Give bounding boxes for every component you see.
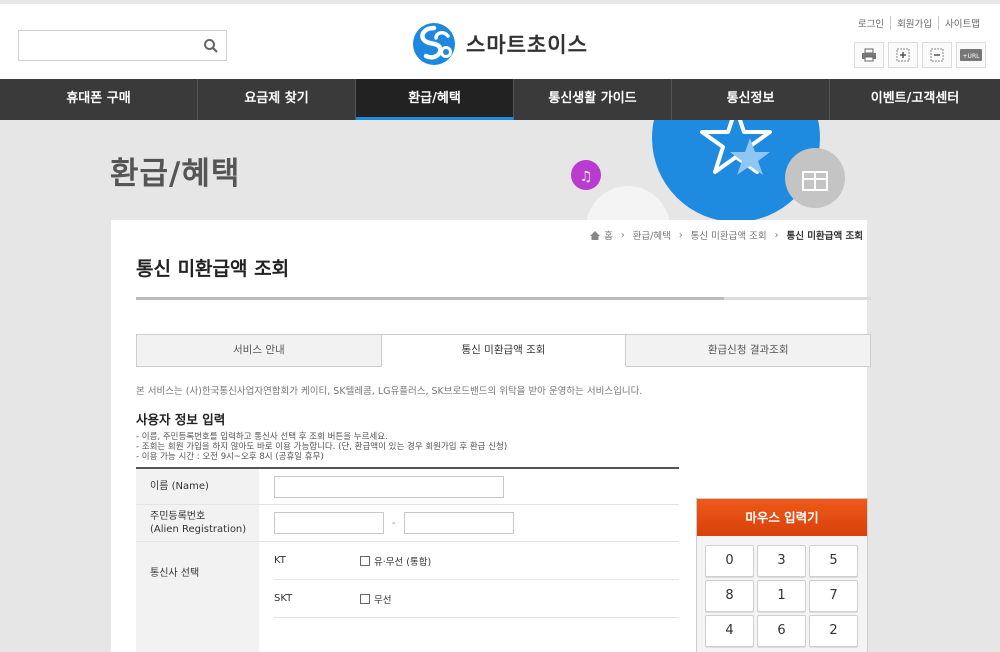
main-nav: 휴대폰 구매 요금제 찾기 환급/혜택 통신생활 가이드 통신정보 이벤트/고객… (0, 79, 1000, 120)
page-title: 통신 미환급액 조회 (136, 258, 290, 280)
login-link[interactable]: 로그인 (852, 16, 890, 30)
breadcrumb-item-lookup[interactable]: 통신 미환급액 조회 (691, 228, 767, 242)
keypad-key[interactable]: 4 (705, 615, 754, 647)
carrier-name-kt: KT (274, 555, 286, 566)
registration-field-cell: - (259, 505, 679, 541)
utility-icons: +URL (850, 42, 986, 68)
nav-event-support[interactable]: 이벤트/고객센터 (830, 79, 1000, 120)
instructions: - 이름, 주민등록번호를 입력하고 통신사 선택 후 조회 버튼을 누르세요.… (136, 432, 507, 462)
user-info-form: 이름 (Name) 주민등록번호 (Alien Registration) - … (136, 467, 679, 652)
breadcrumb-current: 통신 미환급액 조회 (786, 231, 863, 242)
name-input[interactable] (274, 475, 504, 498)
instruction-line: - 조회는 회원 가입을 하지 않아도 바로 이용 가능합니다. (단, 환급액… (136, 442, 508, 452)
tab-refund-lookup[interactable]: 통신 미환급액 조회 (381, 334, 627, 367)
zoom-in-icon[interactable] (888, 42, 918, 68)
nav-phone-purchase[interactable]: 휴대폰 구매 (0, 79, 198, 120)
logo-mark-icon (413, 23, 455, 65)
tab-bar: 서비스 안내 통신 미환급액 조회 환급신청 결과조회 (136, 334, 872, 367)
nav-telecom-guide[interactable]: 통신생활 가이드 (514, 79, 672, 120)
url-icon[interactable]: +URL (956, 42, 986, 68)
service-notice: 본 서비스는 (사)한국통신사업자연합회가 케이티, SK텔레콤, LG유플러스… (136, 386, 643, 397)
site-logo[interactable]: 스마트초이스 (412, 22, 588, 66)
checkbox-label-kt[interactable]: 유·무선 (통합) (374, 554, 431, 568)
print-icon[interactable] (854, 42, 884, 68)
breadcrumb: 홈 › 환급/혜택 › 통신 미환급액 조회 › 통신 미환급액 조회 (590, 228, 867, 242)
utility-links: 로그인 회원가입 사이트맵 (852, 16, 986, 30)
registration-separator: - (392, 517, 396, 529)
chevron-right-icon: › (678, 229, 683, 241)
registration-back-input[interactable] (403, 512, 514, 534)
search-icon[interactable] (202, 37, 220, 55)
sitemap-link[interactable]: 사이트맵 (938, 16, 986, 30)
nav-refund-benefit[interactable]: 환급/혜택 (356, 79, 514, 120)
banner-title: 환급/혜택 (110, 156, 241, 192)
checkbox-skt[interactable] (360, 593, 370, 604)
form-row-name: 이름 (Name) (136, 469, 679, 505)
keypad-keys: 0 3 5 8 1 7 4 6 2 (705, 545, 858, 647)
url-icon-label: +URL (963, 53, 981, 60)
nav-telecom-info[interactable]: 통신정보 (672, 79, 830, 120)
form-row-carrier: 통신사 선택 KT 유·무선 (통합) SKT 무선 (136, 542, 679, 652)
breadcrumb-item-refund[interactable]: 환급/혜택 (633, 228, 671, 242)
main-content: 홈 › 환급/혜택 › 통신 미환급액 조회 › 통신 미환급액 조회 통신 미… (111, 220, 872, 652)
nav-plan-search[interactable]: 요금제 찾기 (198, 79, 356, 120)
instruction-line: - 이용 가능 시간 : 오전 9시~오후 8시 (공휴일 휴무) (136, 452, 324, 462)
keypad-key[interactable]: 0 (705, 545, 754, 577)
form-row-registration: 주민등록번호 (Alien Registration) - (136, 505, 679, 542)
checkbox-label-skt[interactable]: 무선 (374, 592, 391, 606)
tab-service-info[interactable]: 서비스 안내 (136, 334, 382, 367)
registration-label: 주민등록번호 (Alien Registration) (136, 505, 259, 541)
keypad-key[interactable]: 1 (757, 580, 806, 612)
instruction-line: - 이름, 주민등록번호를 입력하고 통신사 선택 후 조회 버튼을 누르세요. (136, 432, 388, 442)
registration-label-en: (Alien Registration) (150, 524, 247, 535)
home-icon (590, 230, 601, 240)
name-field-cell (259, 469, 679, 504)
svg-text:♫: ♫ (580, 169, 593, 185)
carrier-row-skt: SKT 무선 (274, 580, 679, 618)
keypad-key[interactable]: 7 (809, 580, 858, 612)
breadcrumb-home[interactable]: 홈 (604, 228, 613, 242)
tab-result-lookup[interactable]: 환급신청 결과조회 (626, 334, 872, 367)
keypad-key[interactable]: 6 (757, 615, 806, 647)
carrier-row-kt: KT 유·무선 (통합) (274, 542, 679, 580)
carrier-name-skt: SKT (274, 593, 293, 604)
carrier-label: 통신사 선택 (136, 542, 259, 652)
site-header: 스마트초이스 로그인 회원가입 사이트맵 +URL (0, 0, 1000, 79)
registration-front-input[interactable] (274, 512, 384, 534)
title-divider (136, 297, 871, 300)
search-box (18, 30, 227, 61)
signup-link[interactable]: 회원가입 (890, 16, 938, 30)
keypad-title[interactable]: 마우스 입력기 (697, 499, 867, 536)
logo-text: 스마트초이스 (466, 33, 588, 57)
carrier-options: KT 유·무선 (통합) SKT 무선 (259, 542, 679, 652)
chevron-right-icon: › (774, 229, 779, 241)
checkbox-kt[interactable] (360, 555, 370, 566)
mouse-keypad: 마우스 입력기 0 3 5 8 1 7 4 6 2 (696, 498, 868, 652)
page-banner: ♫ 환급/혜택 (0, 120, 1000, 220)
section-title: 사용자 정보 입력 (136, 412, 226, 427)
chevron-right-icon: › (620, 229, 625, 241)
keypad-key[interactable]: 5 (809, 545, 858, 577)
search-input[interactable] (19, 31, 199, 60)
keypad-key[interactable]: 8 (705, 580, 754, 612)
name-label: 이름 (Name) (136, 469, 259, 504)
keypad-key[interactable]: 3 (757, 545, 806, 577)
keypad-key[interactable]: 2 (809, 615, 858, 647)
registration-label-ko: 주민등록번호 (150, 511, 206, 522)
zoom-out-icon[interactable] (922, 42, 952, 68)
